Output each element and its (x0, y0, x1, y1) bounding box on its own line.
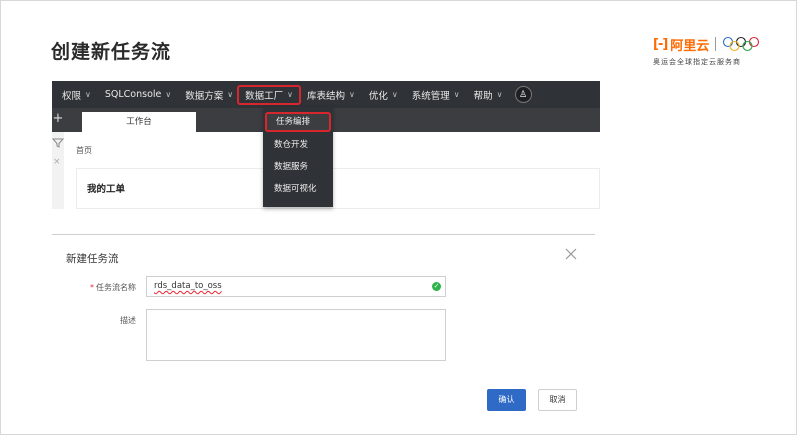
nav-item-help[interactable]: 帮助 ∨ (474, 81, 503, 108)
close-icon[interactable] (564, 247, 578, 261)
nav-item-sqlconsole[interactable]: SQLConsole ∨ (105, 81, 171, 108)
nav-label: 系统管理 (411, 90, 450, 102)
top-navbar: 权限 ∨ SQLConsole ∨ 数据方案 ∨ 数据工厂 ∨ 库表结构 ∨ 优化 ∨ 系统… (52, 81, 600, 108)
task-flow-name-label: * 任务流名称 (66, 282, 136, 293)
data-factory-dropdown: 任务编排 数仓开发 数据服务 数据可视化 (263, 107, 333, 207)
nav-label: 库表结构 (307, 90, 346, 102)
brand-logo: [-] 阿里云 奥运会全球指定云服务商 (653, 35, 773, 69)
brand-divider (715, 37, 717, 51)
cancel-button[interactable]: 取消 (538, 389, 577, 411)
slide: 创建新任务流 [-] 阿里云 奥运会全球指定云服务商 权限 ∨ SQLConsol… (0, 0, 797, 435)
chevron-down-icon: ∨ (165, 90, 172, 99)
nav-item-data-factory[interactable]: 数据工厂 ∨ (237, 84, 301, 105)
description-textarea[interactable] (146, 309, 446, 361)
aliyun-logo-icon: [-] (653, 36, 668, 52)
user-avatar-icon[interactable]: ♙ (514, 86, 532, 103)
nav-label: 数据方案 (185, 90, 224, 102)
label-text: 任务流名称 (96, 283, 136, 292)
menu-item-data-visualization[interactable]: 数据可视化 (269, 181, 327, 197)
nav-item-optimize[interactable]: 优化 ∨ (369, 81, 398, 108)
nav-item-permissions[interactable]: 权限 ∨ (62, 81, 91, 108)
chevron-down-icon: ∨ (227, 90, 234, 99)
menu-item-data-warehouse-dev[interactable]: 数仓开发 (269, 137, 327, 153)
confirm-button[interactable]: 确认 (487, 389, 526, 411)
check-circle-icon: ✓ (432, 282, 441, 291)
description-label: 描述 (120, 316, 136, 325)
nav-label: 帮助 (473, 90, 493, 102)
nav-label: 优化 (368, 90, 388, 102)
filter-icon[interactable] (52, 137, 64, 149)
chevron-down-icon: ∨ (496, 90, 503, 99)
new-task-flow-dialog: 新建任务流 * 任务流名称 rds_data_to_oss ✓ 描述 确认 取消 (52, 234, 595, 429)
input-value: rds_data_to_oss (154, 281, 222, 291)
nav-item-schema[interactable]: 库表结构 ∨ (307, 81, 355, 108)
my-tickets-card: 我的工单 (76, 168, 600, 209)
chevron-down-icon: ∨ (349, 90, 355, 99)
slide-title: 创建新任务流 (51, 41, 172, 63)
required-mark: * (90, 283, 94, 292)
olympic-rings-icon (723, 36, 760, 52)
breadcrumb[interactable]: 首页 (76, 145, 92, 156)
dialog-title: 新建任务流 (66, 253, 119, 265)
chevron-down-icon: ∨ (287, 90, 293, 99)
add-tab-icon[interactable]: + (52, 112, 64, 126)
menu-item-data-service[interactable]: 数据服务 (269, 159, 327, 175)
brand-name: 阿里云 (670, 38, 710, 54)
chevron-down-icon: ∨ (453, 90, 460, 99)
nav-item-data-solutions[interactable]: 数据方案 ∨ (185, 81, 233, 108)
close-icon[interactable]: × (53, 157, 61, 167)
chevron-down-icon: ∨ (391, 90, 398, 99)
tab-workbench[interactable]: 工作台 (82, 112, 196, 132)
chevron-down-icon: ∨ (85, 90, 91, 99)
nav-label: 权限 (62, 90, 82, 102)
nav-item-system-admin[interactable]: 系统管理 ∨ (412, 81, 460, 108)
nav-label: 数据工厂 (245, 90, 284, 102)
menu-item-task-orchestration[interactable]: 任务编排 (265, 112, 331, 132)
card-title: 我的工单 (87, 184, 126, 195)
task-flow-name-input[interactable]: rds_data_to_oss ✓ (146, 276, 446, 297)
nav-label: SQLConsole (104, 89, 162, 100)
brand-tagline: 奥运会全球指定云服务商 (653, 58, 741, 66)
